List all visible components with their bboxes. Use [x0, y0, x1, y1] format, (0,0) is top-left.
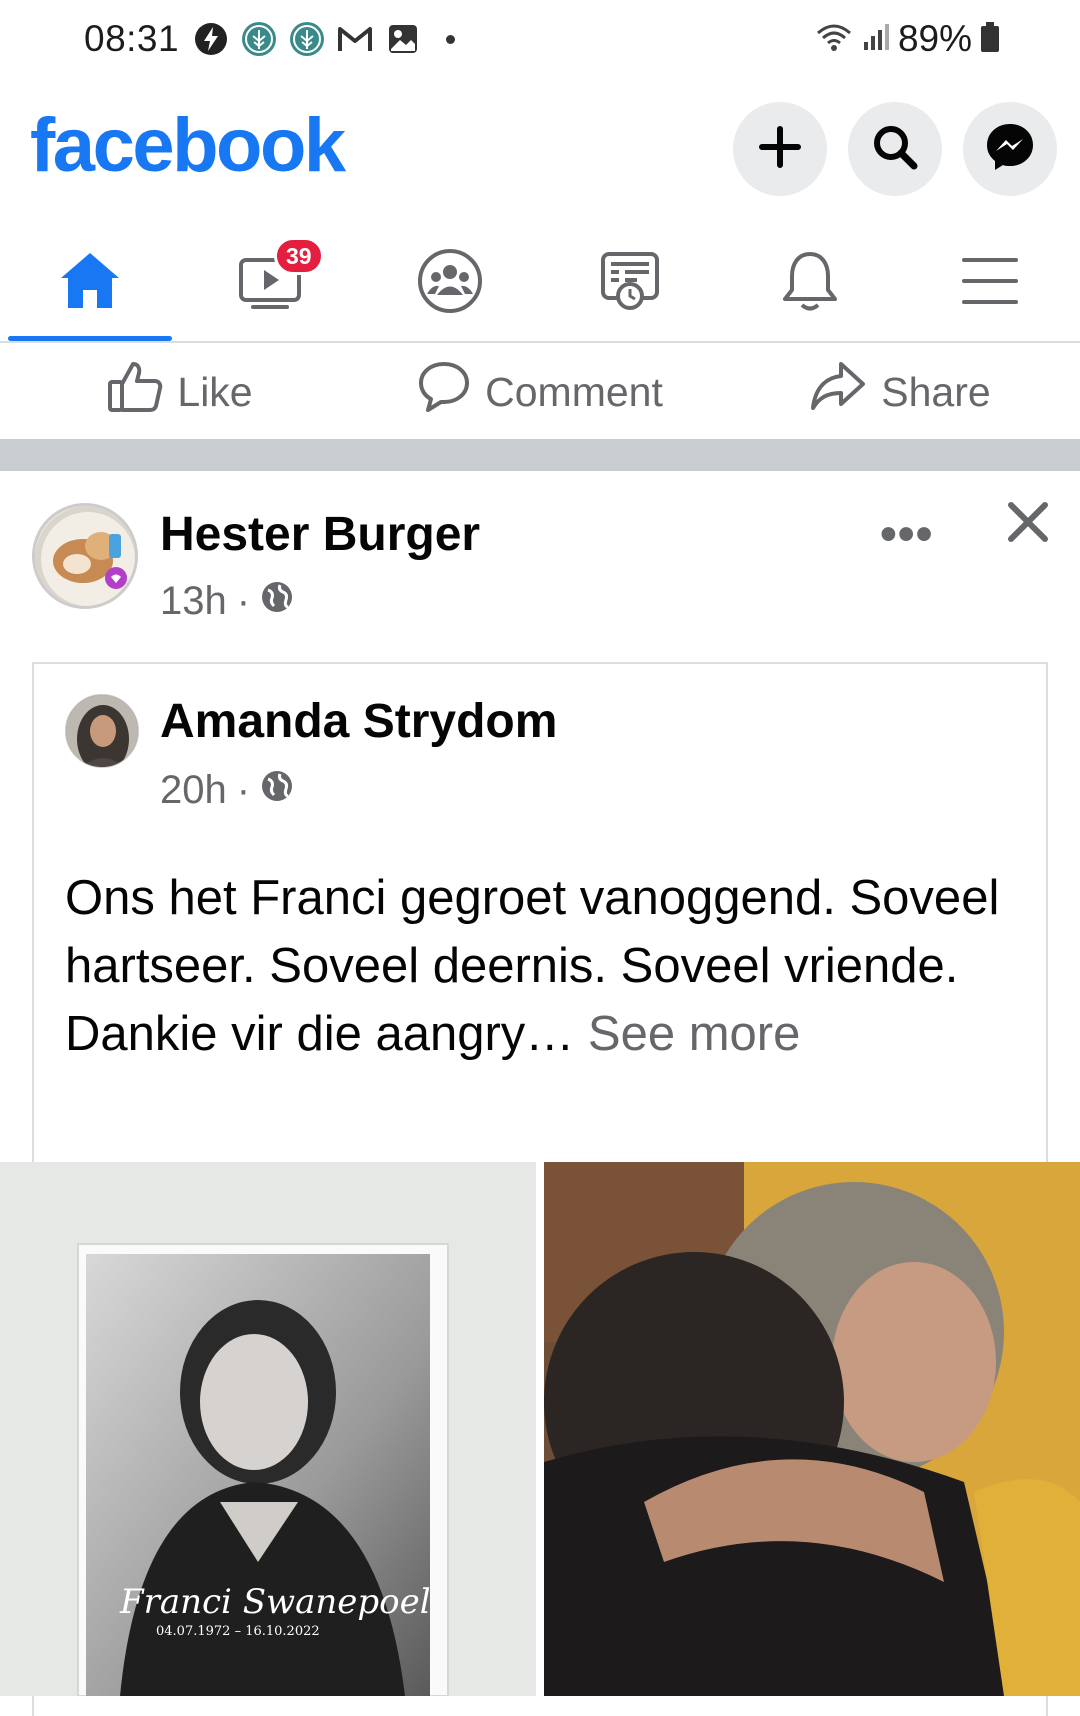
poster-name[interactable]: Hester Burger — [160, 507, 480, 562]
meta-separator: · — [236, 768, 251, 812]
post-text: Ons het Franci gegroet vanoggend. Soveel… — [65, 864, 1025, 1068]
globe-icon — [260, 579, 294, 624]
tree-icon — [288, 20, 326, 58]
more-notifications-dot — [446, 34, 455, 44]
like-label: Like — [177, 368, 253, 415]
tab-notifications[interactable] — [720, 225, 900, 341]
share-label: Share — [881, 368, 991, 415]
status-notification-icons — [192, 20, 455, 58]
shared-author-name[interactable]: Amanda Strydom — [160, 694, 557, 749]
app-header: facebook — [0, 80, 1080, 210]
gmail-icon — [336, 20, 374, 58]
memorial-card-photo[interactable]: Franci Swanepoel 04.07.1972 – 16.10.2022 — [0, 1162, 536, 1696]
feed-divider — [0, 439, 1080, 471]
wifi-icon — [814, 21, 854, 58]
tab-watch[interactable]: 39 — [180, 225, 360, 341]
groups-icon — [417, 248, 483, 319]
main-nav: 39 — [0, 225, 1080, 343]
messenger-button[interactable] — [963, 102, 1057, 196]
status-time: 08:31 — [84, 18, 180, 59]
signal-icon — [862, 22, 890, 57]
globe-icon — [260, 768, 294, 813]
close-icon — [1005, 502, 1051, 549]
hide-post-button[interactable] — [1005, 499, 1051, 545]
bell-icon — [780, 248, 840, 319]
battery-percentage: 89% — [897, 18, 972, 59]
shared-avatar[interactable] — [65, 694, 139, 768]
news-clock-icon — [597, 248, 663, 319]
messenger-icon — [983, 120, 1037, 179]
post-meta: 13h · — [160, 579, 294, 624]
battery-icon — [980, 21, 1000, 58]
hamburger-menu-icon — [960, 254, 1020, 313]
tab-home[interactable] — [0, 225, 180, 341]
comment-button[interactable]: Comment — [360, 345, 720, 439]
like-button[interactable]: Like — [0, 345, 360, 439]
memorial-caption-name: Franci Swanepoel — [120, 1582, 431, 1622]
status-bar: 08:31 89% — [0, 0, 1080, 80]
comment-bubble-icon — [417, 360, 471, 424]
status-right: 89% — [814, 18, 1000, 60]
shared-post-time[interactable]: 20h — [160, 768, 227, 813]
plus-icon — [758, 125, 802, 174]
share-arrow-icon — [809, 360, 867, 424]
home-icon — [57, 250, 123, 317]
funeral-embrace-photo[interactable] — [544, 1162, 1080, 1696]
create-button[interactable] — [733, 102, 827, 196]
thumbs-up-icon — [107, 360, 163, 424]
tab-menu[interactable] — [900, 225, 1080, 341]
active-tab-indicator — [8, 336, 172, 341]
avatar[interactable] — [32, 503, 138, 609]
tree-icon — [240, 20, 278, 58]
gallery-icon — [384, 20, 422, 58]
search-button[interactable] — [848, 102, 942, 196]
shared-meta: 20h · — [160, 768, 294, 813]
share-button[interactable]: Share — [720, 345, 1080, 439]
watch-badge: 39 — [274, 237, 324, 275]
meta-separator: · — [236, 579, 251, 623]
see-more-link[interactable]: See more — [574, 1007, 800, 1061]
post-time[interactable]: 13h — [160, 579, 227, 624]
search-icon — [870, 122, 920, 177]
more-options-button[interactable]: ••• — [880, 507, 933, 562]
tab-news-feeds[interactable] — [540, 225, 720, 341]
memorial-caption-dates: 04.07.1972 – 16.10.2022 — [156, 1624, 320, 1639]
post-header: Hester Burger 13h · ••• — [0, 471, 1080, 651]
bolt-icon — [192, 20, 230, 58]
tab-groups[interactable] — [360, 225, 540, 341]
post-body: Ons het Franci gegroet vanoggend. Soveel… — [65, 871, 1000, 1061]
post-action-bar: Like Comment Share — [0, 345, 1080, 439]
facebook-logo[interactable]: facebook — [30, 102, 346, 189]
comment-label: Comment — [485, 368, 663, 415]
